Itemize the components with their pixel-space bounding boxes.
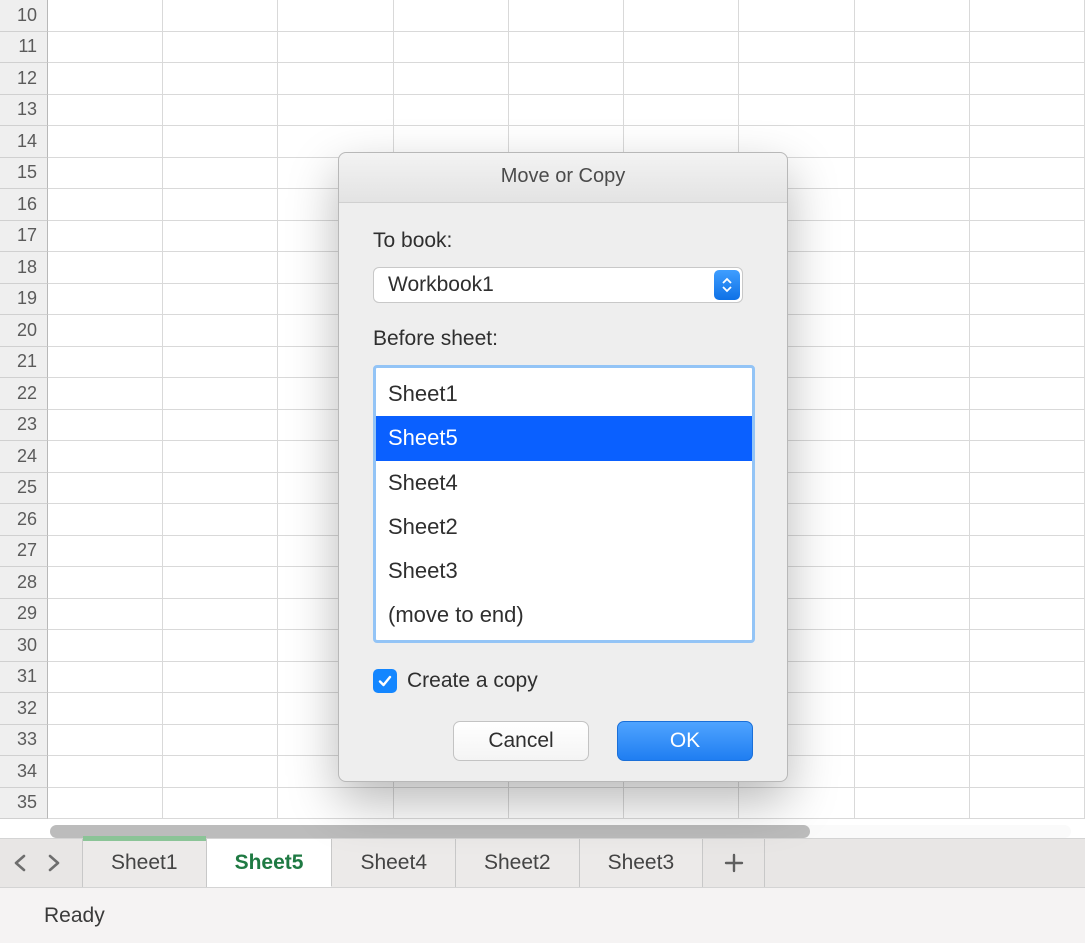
row-header[interactable]: 29 — [0, 599, 48, 631]
create-copy-checkbox[interactable] — [373, 669, 397, 693]
row-header[interactable]: 31 — [0, 662, 48, 694]
row-header[interactable]: 15 — [0, 158, 48, 190]
to-book-select[interactable]: Workbook1 — [373, 267, 743, 303]
cancel-button[interactable]: Cancel — [453, 721, 589, 761]
row-header[interactable]: 20 — [0, 315, 48, 347]
row-header[interactable]: 33 — [0, 725, 48, 757]
sheet-tabs: Sheet1Sheet5Sheet4Sheet2Sheet3 — [82, 839, 703, 887]
to-book-value: Workbook1 — [388, 273, 494, 297]
sheet-tab-bar: Sheet1Sheet5Sheet4Sheet2Sheet3 — [0, 838, 1085, 887]
list-item[interactable]: Sheet4 — [376, 461, 752, 505]
row-header[interactable]: 28 — [0, 567, 48, 599]
move-or-copy-dialog: Move or Copy To book: Workbook1 Before s… — [338, 152, 788, 782]
tab-prev-button[interactable] — [8, 851, 32, 875]
tab-nav — [0, 839, 74, 887]
ok-button[interactable]: OK — [617, 721, 753, 761]
list-item[interactable]: (move to end) — [376, 593, 752, 637]
list-item[interactable]: Sheet1 — [376, 372, 752, 416]
row-header[interactable]: 12 — [0, 63, 48, 95]
sheet-tab[interactable]: Sheet3 — [580, 839, 704, 887]
row-headers: 1011121314151617181920212223242526272829… — [0, 0, 48, 819]
row-header[interactable]: 14 — [0, 126, 48, 158]
sheet-tab[interactable]: Sheet4 — [332, 839, 456, 887]
row-header[interactable]: 21 — [0, 347, 48, 379]
status-bar: Ready — [0, 887, 1085, 943]
row-header[interactable]: 25 — [0, 473, 48, 505]
add-sheet-button[interactable] — [703, 839, 765, 887]
row-header[interactable]: 16 — [0, 189, 48, 221]
status-text: Ready — [44, 904, 105, 928]
row-header[interactable]: 35 — [0, 788, 48, 820]
row-header[interactable]: 18 — [0, 252, 48, 284]
dialog-title: Move or Copy — [339, 153, 787, 203]
to-book-label: To book: — [373, 229, 753, 253]
tab-next-button[interactable] — [42, 851, 66, 875]
list-item[interactable]: Sheet2 — [376, 505, 752, 549]
list-item[interactable]: Sheet5 — [376, 416, 752, 460]
row-header[interactable]: 24 — [0, 441, 48, 473]
before-sheet-listbox[interactable]: Sheet1Sheet5Sheet4Sheet2Sheet3(move to e… — [373, 365, 755, 643]
row-header[interactable]: 34 — [0, 756, 48, 788]
sheet-tab[interactable]: Sheet1 — [82, 839, 207, 887]
list-item[interactable]: Sheet3 — [376, 549, 752, 593]
create-copy-label: Create a copy — [407, 669, 538, 693]
row-header[interactable]: 22 — [0, 378, 48, 410]
row-header[interactable]: 17 — [0, 221, 48, 253]
sheet-tab[interactable]: Sheet5 — [207, 839, 333, 887]
row-header[interactable]: 13 — [0, 95, 48, 127]
row-header[interactable]: 10 — [0, 0, 48, 32]
row-header[interactable]: 30 — [0, 630, 48, 662]
sheet-tab[interactable]: Sheet2 — [456, 839, 580, 887]
row-header[interactable]: 11 — [0, 32, 48, 64]
before-sheet-label: Before sheet: — [373, 327, 753, 351]
row-header[interactable]: 27 — [0, 536, 48, 568]
row-header[interactable]: 32 — [0, 693, 48, 725]
select-stepper-icon — [714, 270, 740, 300]
row-header[interactable]: 23 — [0, 410, 48, 442]
row-header[interactable]: 26 — [0, 504, 48, 536]
row-header[interactable]: 19 — [0, 284, 48, 316]
